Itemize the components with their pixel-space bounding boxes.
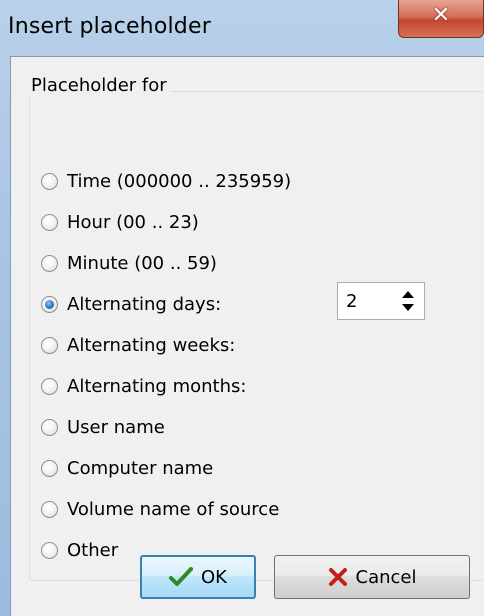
radio-button[interactable] bbox=[41, 172, 58, 190]
red-x-icon bbox=[328, 567, 348, 587]
radio-label: Computer name bbox=[67, 457, 214, 479]
radio-label: Time (000000 .. 235959) bbox=[67, 170, 292, 192]
radio-button[interactable] bbox=[41, 418, 58, 436]
radio-other[interactable]: Other bbox=[41, 536, 118, 564]
radio-label: Alternating days: bbox=[67, 293, 222, 315]
radio-alternating-weeks[interactable]: Alternating weeks: bbox=[41, 331, 235, 359]
radio-minute[interactable]: Minute (00 .. 59) bbox=[41, 249, 217, 277]
radio-label: Alternating months: bbox=[67, 375, 247, 397]
radio-button[interactable] bbox=[41, 500, 58, 518]
radio-label: Hour (00 .. 23) bbox=[67, 211, 199, 233]
alternating-days-spinner[interactable]: 2 bbox=[337, 282, 425, 320]
radio-hour[interactable]: Hour (00 .. 23) bbox=[41, 208, 199, 236]
radio-label: Minute (00 .. 59) bbox=[67, 252, 217, 274]
radio-button[interactable] bbox=[41, 336, 58, 354]
radio-button-selected[interactable] bbox=[41, 295, 58, 313]
spinner-value[interactable]: 2 bbox=[346, 291, 357, 312]
spin-up-arrow-icon[interactable] bbox=[402, 291, 414, 298]
radio-button[interactable] bbox=[41, 254, 58, 272]
close-icon: ✕ bbox=[431, 3, 451, 28]
radio-label: Other bbox=[67, 539, 119, 561]
radio-button[interactable] bbox=[41, 541, 58, 559]
radio-label: Volume name of source bbox=[67, 498, 280, 520]
dialog-window: Insert placeholder ✕ Placeholder for Tim… bbox=[0, 0, 484, 616]
radio-computer-name[interactable]: Computer name bbox=[41, 454, 213, 482]
spin-down-arrow-icon[interactable] bbox=[402, 304, 414, 311]
radio-label: User name bbox=[67, 416, 165, 438]
group-title: Placeholder for bbox=[27, 75, 171, 96]
window-title: Insert placeholder bbox=[8, 14, 211, 39]
title-bar[interactable]: Insert placeholder ✕ bbox=[0, 0, 484, 56]
radio-time[interactable]: Time (000000 .. 235959) bbox=[41, 167, 291, 195]
radio-volume-name[interactable]: Volume name of source bbox=[41, 495, 279, 523]
close-button[interactable]: ✕ bbox=[398, 0, 484, 38]
cancel-label: Cancel bbox=[355, 566, 417, 588]
checkmark-icon bbox=[169, 567, 193, 587]
dialog-client-area: Placeholder for Time (000000 .. 235959) … bbox=[10, 56, 484, 616]
ok-button[interactable]: OK bbox=[140, 555, 256, 599]
cancel-button[interactable]: Cancel bbox=[274, 555, 470, 599]
radio-button[interactable] bbox=[41, 377, 58, 395]
radio-alternating-days[interactable]: Alternating days: bbox=[41, 290, 221, 318]
radio-button[interactable] bbox=[41, 459, 58, 477]
radio-alternating-months[interactable]: Alternating months: bbox=[41, 372, 246, 400]
radio-button[interactable] bbox=[41, 213, 58, 231]
radio-label: Alternating weeks: bbox=[67, 334, 236, 356]
ok-label: OK bbox=[201, 566, 227, 588]
radio-user-name[interactable]: User name bbox=[41, 413, 165, 441]
